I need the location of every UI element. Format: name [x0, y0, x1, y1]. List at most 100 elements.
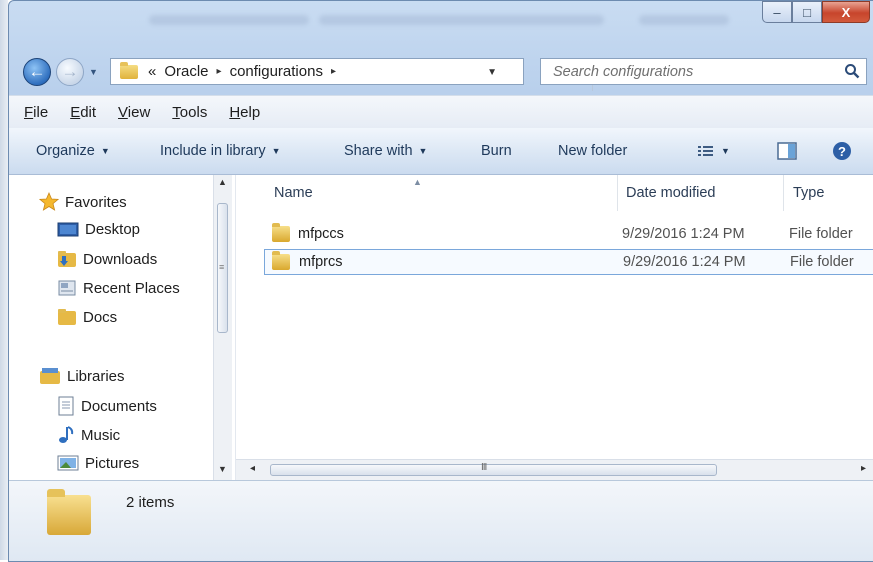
burn-button[interactable]: Burn — [481, 143, 512, 159]
back-button[interactable]: ← — [23, 58, 51, 86]
forward-arrow-icon: → — [61, 62, 79, 81]
title-bar[interactable]: – □ X — [9, 1, 873, 46]
recent-places-icon — [58, 280, 76, 296]
breadcrumb-item-configurations[interactable]: configurations — [230, 63, 323, 80]
music-icon — [59, 426, 74, 443]
file-name: mfpccs — [298, 226, 344, 242]
sidebar-item-label: Desktop — [85, 221, 141, 238]
menu-edit[interactable]: Edit — [57, 104, 105, 121]
change-view-button[interactable]: ▼ — [697, 144, 730, 158]
close-button[interactable]: X — [822, 1, 870, 23]
horizontal-scroll-thumb[interactable]: III — [270, 462, 717, 476]
chevron-down-icon: ▼ — [100, 146, 110, 156]
folder-icon — [47, 489, 91, 535]
sidebar-item-docs[interactable]: Docs — [57, 308, 117, 326]
column-header-label: Name — [274, 185, 313, 201]
file-row[interactable]: mfpccs 9/29/2016 1:24 PM File folder — [266, 221, 873, 247]
help-button[interactable]: ? — [832, 141, 852, 161]
navigation-pane: Favorites Desktop Downloads Recent Place… — [9, 175, 235, 480]
preview-pane-icon — [777, 142, 797, 160]
folder-icon — [272, 223, 290, 242]
sidebar-item-documents[interactable]: Documents — [57, 396, 157, 416]
search-input[interactable]: Search configurations — [540, 58, 867, 85]
chevron-down-icon: ▼ — [271, 146, 281, 156]
title-ghost-text — [149, 15, 309, 25]
sidebar-item-recent-places[interactable]: Recent Places — [57, 279, 180, 297]
address-bar[interactable]: « Oracle ▸ configurations ▸ ▼ ⁴↱ — [110, 58, 618, 91]
downloads-folder-icon — [58, 251, 76, 267]
command-bar: Organize ▼ Include in library ▼ Share with… — [9, 128, 873, 175]
scroll-up-icon[interactable]: ▲ — [218, 177, 227, 187]
new-folder-button[interactable]: New folder — [558, 143, 627, 159]
scroll-left-icon[interactable]: ◂ — [250, 463, 255, 474]
folder-icon — [272, 251, 290, 270]
view-options-icon — [698, 146, 713, 156]
sidebar-item-label: Documents — [81, 397, 157, 415]
scroll-grip-icon: ≡ — [219, 262, 225, 272]
column-header-label: Date modified — [626, 185, 716, 201]
burn-label: Burn — [481, 143, 512, 159]
breadcrumb-separator-icon[interactable]: ▸ — [331, 66, 336, 77]
column-divider[interactable] — [617, 175, 618, 211]
horizontal-scrollbar[interactable]: ◂ III ▸ — [236, 459, 873, 480]
preview-pane-button[interactable] — [777, 142, 797, 160]
file-row[interactable]: mfprcs 9/29/2016 1:24 PM File folder — [264, 249, 873, 275]
column-divider[interactable] — [783, 175, 784, 211]
item-count: 2 items — [126, 494, 175, 511]
file-type: File folder — [790, 254, 854, 270]
sidebar-item-label: Docs — [83, 308, 118, 326]
search-placeholder: Search configurations — [553, 64, 694, 80]
forward-button[interactable]: → — [56, 58, 84, 86]
star-icon — [39, 192, 59, 211]
sidebar-scroll-thumb[interactable]: ≡ — [217, 203, 228, 333]
desktop-background-strip — [0, 0, 8, 560]
column-header-date-modified[interactable]: Date modified — [626, 175, 715, 211]
details-pane: 2 items — [9, 480, 873, 561]
sidebar-item-favorites[interactable]: Favorites — [39, 192, 127, 212]
sidebar-item-desktop[interactable]: Desktop — [57, 221, 140, 238]
search-icon[interactable] — [844, 63, 860, 79]
sidebar-item-label: Recent Places — [83, 279, 180, 297]
menu-bar: File Edit View Tools Help — [9, 95, 873, 129]
share-with-button[interactable]: Share with ▼ — [344, 143, 427, 159]
sidebar-item-music[interactable]: Music — [57, 425, 120, 445]
organize-label: Organize — [36, 143, 95, 159]
folder-icon — [120, 61, 138, 79]
sidebar-item-pictures[interactable]: Pictures — [57, 454, 139, 472]
sidebar-item-label: Favorites — [65, 193, 127, 211]
breadcrumb-item-oracle[interactable]: Oracle — [164, 63, 208, 80]
column-header-name[interactable]: Name — [274, 175, 313, 211]
maximize-button[interactable]: □ — [792, 1, 822, 23]
minimize-button[interactable]: – — [762, 1, 792, 23]
maximize-icon: □ — [803, 4, 811, 20]
menu-view[interactable]: View — [105, 104, 159, 121]
scroll-down-icon[interactable]: ▼ — [218, 464, 227, 474]
close-icon: X — [841, 4, 851, 20]
scroll-right-icon[interactable]: ▸ — [861, 463, 866, 474]
sidebar-item-label: Downloads — [83, 250, 158, 268]
pictures-icon — [57, 455, 79, 471]
sidebar-scrollbar[interactable]: ▲ ≡ ▼ — [213, 175, 232, 480]
sidebar-item-libraries[interactable]: Libraries — [39, 367, 125, 385]
column-header-label: Type — [793, 185, 825, 201]
window-controls: – □ X — [762, 1, 870, 23]
menu-file[interactable]: File — [11, 104, 57, 121]
title-ghost-text — [639, 15, 729, 25]
menu-help[interactable]: Help — [216, 104, 269, 121]
sidebar-item-label: Music — [81, 426, 121, 444]
folder-icon — [58, 309, 76, 325]
breadcrumb-separator-icon[interactable]: ▸ — [217, 66, 222, 77]
address-row: ← → ▼ « Oracle ▸ configurations ▸ ▼ ⁴↱ S… — [9, 53, 873, 91]
column-header-type[interactable]: Type — [793, 175, 824, 211]
recent-pages-dropdown[interactable]: ▼ — [89, 67, 98, 77]
sidebar-item-downloads[interactable]: Downloads — [57, 250, 157, 268]
organize-button[interactable]: Organize ▼ — [36, 143, 110, 159]
file-name: mfprcs — [299, 254, 343, 270]
documents-icon — [58, 396, 74, 416]
new-folder-label: New folder — [558, 143, 628, 159]
address-dropdown-icon[interactable]: ▼ — [487, 67, 497, 78]
file-list: Name ▲ Date modified Type mfpccs 9/29/20… — [235, 175, 873, 480]
menu-tools[interactable]: Tools — [159, 104, 216, 121]
include-in-library-button[interactable]: Include in library ▼ — [160, 143, 281, 159]
breadcrumb-overflow[interactable]: « — [148, 63, 156, 80]
